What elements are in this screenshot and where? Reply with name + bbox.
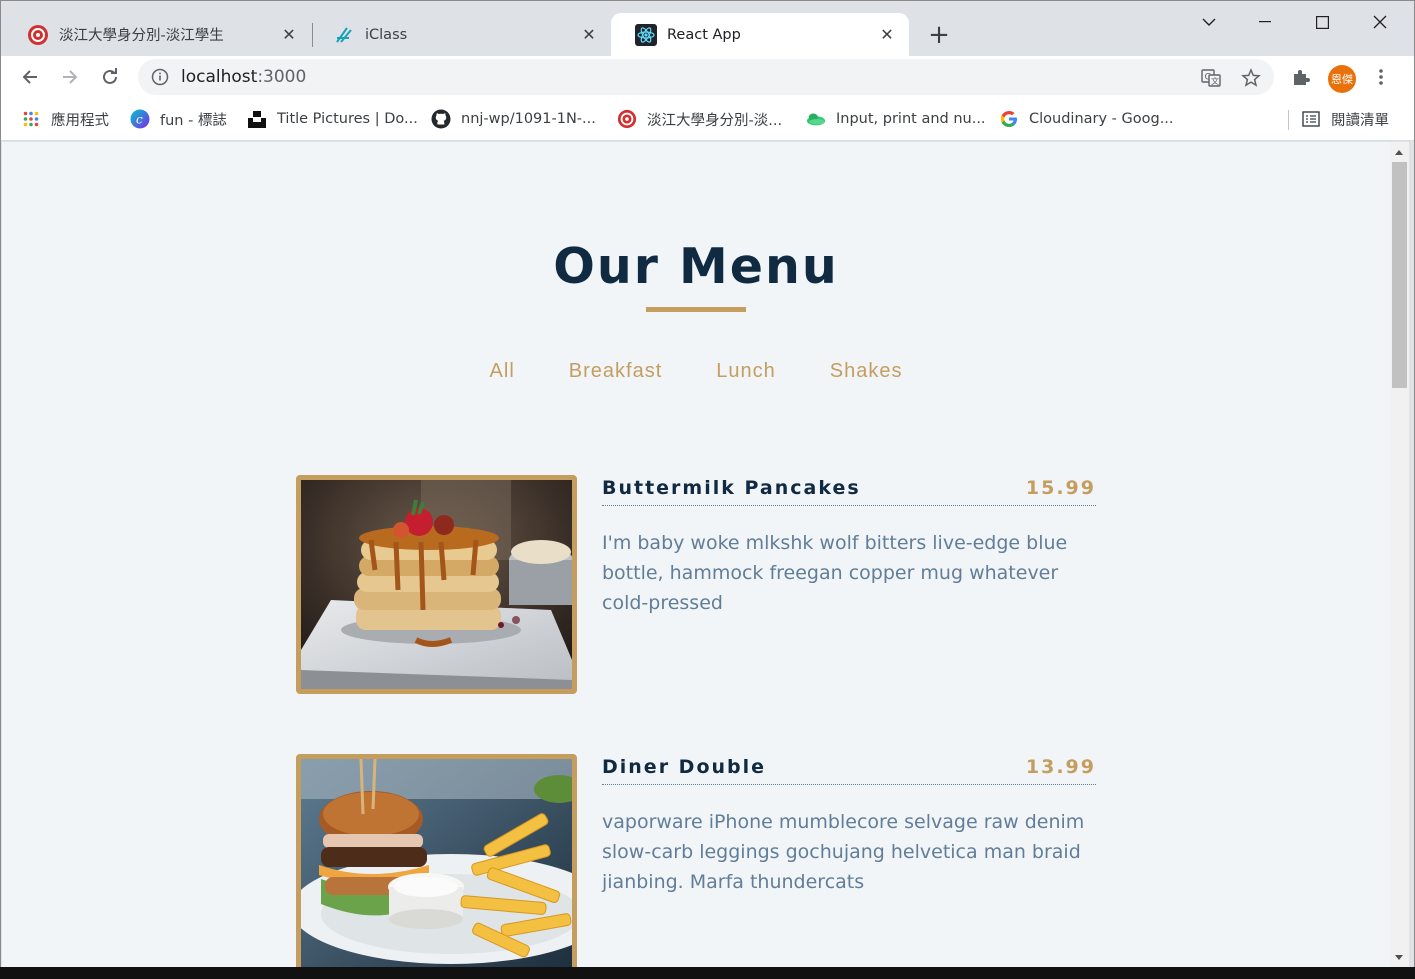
more-menu-icon[interactable] — [1368, 64, 1394, 90]
close-icon[interactable]: ✕ — [579, 25, 599, 45]
bookmark-label: Input, print and nu... — [836, 111, 986, 127]
profile-avatar[interactable]: 恩傑 — [1328, 65, 1356, 93]
react-icon — [635, 23, 657, 46]
maximize-icon[interactable] — [1299, 7, 1345, 37]
bookmark-input-print[interactable]: Input, print and nu... — [806, 108, 986, 130]
canva-icon: c — [130, 109, 150, 129]
bookmark-star-icon[interactable] — [1240, 67, 1262, 89]
title-underline — [646, 307, 746, 312]
bookmark-tku[interactable]: 淡江大學身分別-淡... — [617, 108, 782, 130]
bookmark-label: nnj-wp/1091-1N-... — [461, 111, 596, 127]
bookmark-label: 應用程式 — [51, 112, 109, 129]
menu-item: Buttermilk Pancakes 15.99 I'm baby woke … — [296, 475, 1096, 694]
cloud-icon — [806, 109, 826, 129]
filter-all-button[interactable]: All — [463, 360, 542, 383]
menu-item-info: Buttermilk Pancakes 15.99 I'm baby woke … — [602, 475, 1096, 618]
menu-item-name: Buttermilk Pancakes — [602, 477, 861, 499]
iclass-icon — [333, 24, 355, 46]
svg-text:文: 文 — [1211, 76, 1219, 86]
bookmark-label: 淡江大學身分別-淡... — [647, 112, 783, 129]
close-icon[interactable]: ✕ — [877, 25, 897, 45]
tab-title: React App — [667, 26, 741, 43]
forward-arrow-icon[interactable] — [55, 62, 85, 92]
menu-item-price: 13.99 — [1025, 756, 1096, 778]
menu-item-name: Diner Double — [602, 756, 767, 778]
menu-item-description: I'm baby woke mlkshk wolf bitters live-e… — [602, 532, 1068, 614]
filter-breakfast-button[interactable]: Breakfast — [542, 360, 689, 383]
close-icon[interactable]: ✕ — [279, 25, 299, 45]
tab-strip: 淡江大學身分別-淡江學生 ✕ iClass ✕ React App ✕ + — [1, 1, 1414, 56]
menu-item-price: 15.99 — [1025, 477, 1096, 499]
scroll-up-arrow-icon[interactable] — [1395, 150, 1403, 155]
reload-icon[interactable] — [95, 62, 125, 92]
tab-tku[interactable]: 淡江大學身分別-淡江學生 ✕ — [3, 13, 311, 56]
address-bar[interactable]: localhost:3000 G文 — [138, 59, 1274, 95]
tku-logo-icon — [27, 24, 49, 46]
translate-icon[interactable]: G文 — [1200, 67, 1222, 89]
category-filters: All Breakfast Lunch Shakes — [2, 360, 1390, 383]
filter-lunch-button[interactable]: Lunch — [689, 360, 803, 383]
tku-logo-icon — [617, 109, 637, 129]
page-viewport: Our Menu All Breakfast Lunch Shakes Butt… — [2, 142, 1390, 968]
tab-title: iClass — [365, 26, 408, 43]
bookmark-github[interactable]: nnj-wp/1091-1N-... — [431, 108, 596, 130]
scroll-down-arrow-icon[interactable] — [1395, 955, 1403, 960]
back-arrow-icon[interactable] — [15, 62, 45, 92]
browser-toolbar: localhost:3000 G文 恩傑 — [1, 56, 1414, 98]
minimize-icon[interactable] — [1242, 7, 1288, 37]
menu-item: Diner Double 13.99 vaporware iPhone mumb… — [296, 754, 1096, 968]
svg-text:c: c — [136, 113, 143, 127]
browser-window: 淡江大學身分別-淡江學生 ✕ iClass ✕ React App ✕ + lo… — [0, 0, 1415, 979]
unsplash-icon — [247, 109, 267, 129]
menu-item-header: Buttermilk Pancakes 15.99 — [602, 475, 1096, 506]
bookmark-label: Cloudinary - Goog... — [1029, 111, 1174, 127]
reading-list-button[interactable]: 閱讀清單 — [1301, 108, 1389, 130]
tab-iclass[interactable]: iClass ✕ — [309, 13, 611, 56]
google-icon — [999, 109, 1019, 129]
vertical-scrollbar[interactable] — [1390, 142, 1409, 968]
bookmarks-bar: 應用程式 c fun - 標誌 Title Pictures | Do... n… — [1, 98, 1414, 141]
bookmark-canva[interactable]: c fun - 標誌 — [130, 108, 227, 130]
reading-list-icon — [1301, 109, 1321, 129]
menu-item-description: vaporware iPhone mumblecore selvage raw … — [602, 811, 1085, 893]
close-window-icon[interactable] — [1357, 7, 1403, 37]
pancakes-photo — [296, 475, 577, 694]
page-title: Our Menu — [553, 238, 839, 295]
extensions-puzzle-icon[interactable] — [1288, 64, 1314, 90]
github-icon — [431, 109, 451, 129]
site-info-icon[interactable] — [151, 68, 169, 86]
apps-grid-icon — [21, 109, 41, 129]
bookmark-label: Title Pictures | Do... — [277, 111, 418, 127]
bookmark-cloudinary[interactable]: Cloudinary - Goog... — [999, 108, 1174, 130]
new-tab-button[interactable]: + — [925, 21, 953, 49]
bookmark-apps[interactable]: 應用程式 — [21, 108, 109, 130]
bookmark-unsplash[interactable]: Title Pictures | Do... — [247, 108, 418, 130]
tab-search-chevron-icon[interactable] — [1186, 7, 1232, 37]
menu-item-header: Diner Double 13.99 — [602, 754, 1096, 785]
menu-item-info: Diner Double 13.99 vaporware iPhone mumb… — [602, 754, 1096, 897]
tab-title: 淡江大學身分別-淡江學生 — [59, 28, 224, 44]
burger-photo — [296, 754, 577, 968]
filter-shakes-button[interactable]: Shakes — [803, 360, 930, 383]
tab-react-app[interactable]: React App ✕ — [611, 13, 909, 56]
url-text: localhost:3000 — [181, 67, 307, 87]
taskbar-edge — [0, 967, 1415, 979]
scrollbar-thumb[interactable] — [1392, 162, 1407, 388]
reading-list-label: 閱讀清單 — [1331, 112, 1389, 129]
bookmark-label: fun - 標誌 — [160, 112, 227, 129]
